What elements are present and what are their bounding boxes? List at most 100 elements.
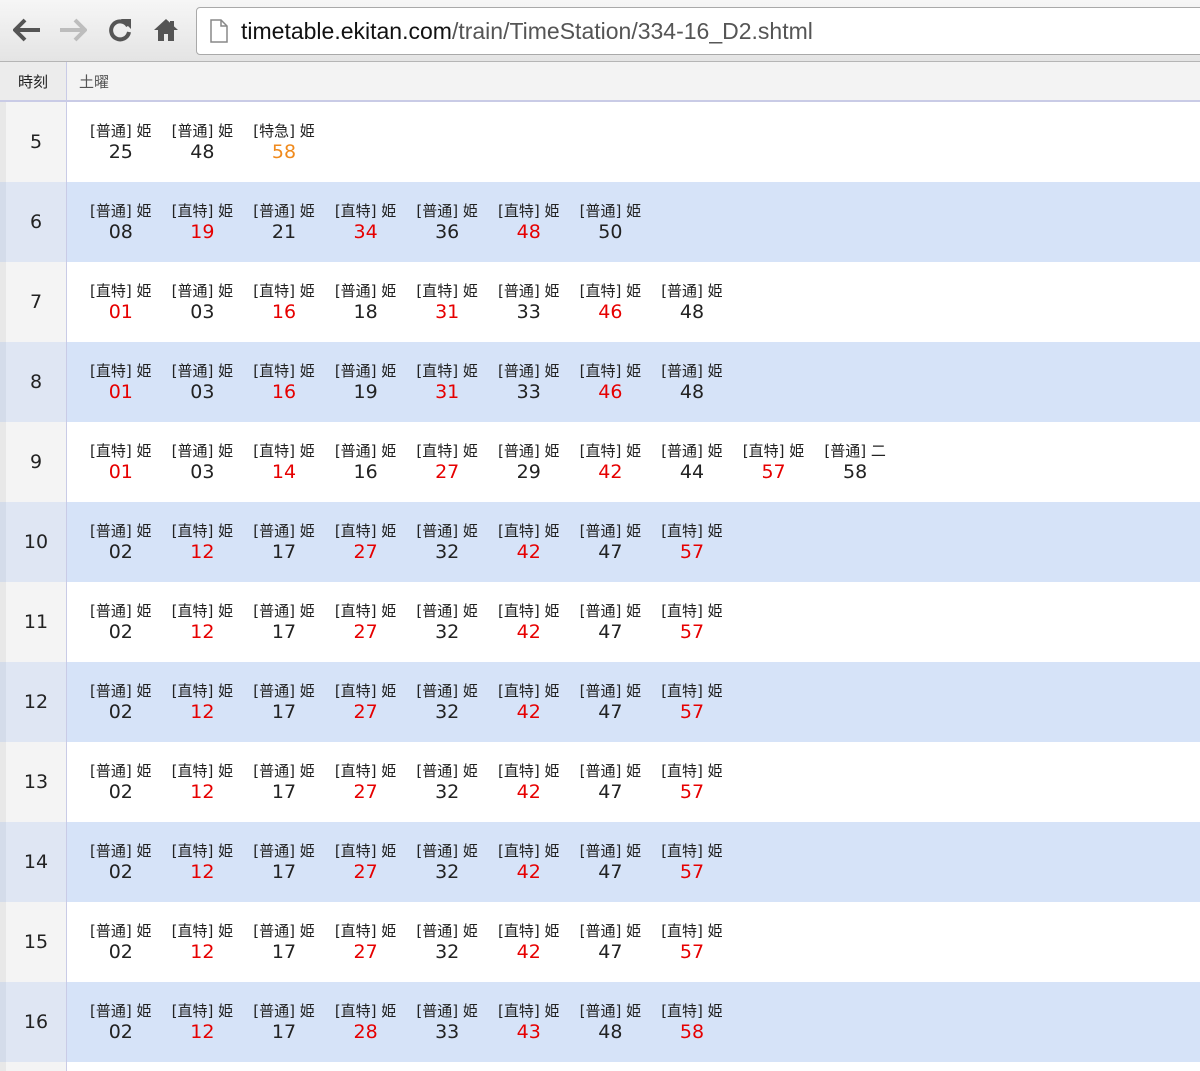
train-departure[interactable]: [直特] 姫 42 bbox=[488, 921, 570, 963]
train-departure[interactable]: [直特] 姫 27 bbox=[325, 841, 407, 883]
departure-minute[interactable]: 12 bbox=[190, 941, 214, 963]
departure-minute[interactable]: 21 bbox=[272, 221, 296, 243]
train-departure[interactable]: [直特] 姫 12 bbox=[162, 921, 244, 963]
departure-minute[interactable]: 48 bbox=[598, 1021, 622, 1043]
train-departure[interactable]: [普通] 姫 17 bbox=[243, 1001, 325, 1043]
departure-minute[interactable]: 57 bbox=[680, 541, 704, 563]
departure-minute[interactable]: 47 bbox=[598, 621, 622, 643]
train-departure[interactable]: [普通] 姫 02 bbox=[80, 521, 162, 563]
departure-minute[interactable]: 34 bbox=[353, 221, 377, 243]
train-departure[interactable]: [直特] 姫 28 bbox=[325, 1001, 407, 1043]
departure-minute[interactable]: 57 bbox=[680, 941, 704, 963]
departure-minute[interactable]: 42 bbox=[517, 941, 541, 963]
departure-minute[interactable]: 02 bbox=[109, 781, 133, 803]
departure-minute[interactable]: 47 bbox=[598, 781, 622, 803]
train-departure[interactable]: [普通] 姫 47 bbox=[570, 761, 652, 803]
train-departure[interactable]: [直特] 姫 16 bbox=[243, 281, 325, 323]
train-departure[interactable]: [普通] 姫 32 bbox=[406, 761, 488, 803]
train-departure[interactable]: [普通] 姫 47 bbox=[570, 681, 652, 723]
train-departure[interactable]: [直特] 姫 01 bbox=[80, 361, 162, 403]
departure-minute[interactable]: 17 bbox=[272, 701, 296, 723]
train-departure[interactable]: [普通] 姫 48 bbox=[651, 361, 733, 403]
departure-minute[interactable]: 48 bbox=[190, 141, 214, 163]
departure-minute[interactable]: 14 bbox=[272, 461, 296, 483]
train-departure[interactable]: [直特] 姫 27 bbox=[325, 601, 407, 643]
departure-minute[interactable]: 16 bbox=[272, 381, 296, 403]
home-button[interactable] bbox=[149, 13, 183, 47]
departure-minute[interactable]: 17 bbox=[272, 941, 296, 963]
departure-minute[interactable]: 57 bbox=[761, 461, 785, 483]
train-departure[interactable]: [普通] 姫 33 bbox=[488, 281, 570, 323]
departure-minute[interactable]: 27 bbox=[353, 941, 377, 963]
departure-minute[interactable]: 08 bbox=[109, 221, 133, 243]
train-departure[interactable]: [直特] 姫 42 bbox=[488, 841, 570, 883]
departure-minute[interactable]: 02 bbox=[109, 1021, 133, 1043]
departure-minute[interactable]: 46 bbox=[598, 301, 622, 323]
train-departure[interactable]: [普通] 姫 17 bbox=[243, 841, 325, 883]
train-departure[interactable]: [直特] 姫 01 bbox=[80, 281, 162, 323]
departure-minute[interactable]: 12 bbox=[190, 781, 214, 803]
train-departure[interactable]: [普通] 姫 32 bbox=[406, 521, 488, 563]
departure-minute[interactable]: 12 bbox=[190, 541, 214, 563]
departure-minute[interactable]: 27 bbox=[353, 861, 377, 883]
train-departure[interactable]: [普通] 姫 50 bbox=[570, 201, 652, 243]
train-departure[interactable]: [直特] 姫 27 bbox=[325, 681, 407, 723]
departure-minute[interactable]: 02 bbox=[109, 621, 133, 643]
train-departure[interactable]: [普通] 姫 32 bbox=[406, 601, 488, 643]
train-departure[interactable]: [直特] 姫 42 bbox=[488, 601, 570, 643]
departure-minute[interactable]: 27 bbox=[353, 781, 377, 803]
departure-minute[interactable]: 12 bbox=[190, 701, 214, 723]
train-departure[interactable]: [直特] 姫 34 bbox=[325, 201, 407, 243]
departure-minute[interactable]: 27 bbox=[435, 461, 459, 483]
train-departure[interactable]: [直特] 姫 46 bbox=[570, 361, 652, 403]
train-departure[interactable]: [直特] 姫 58 bbox=[651, 1001, 733, 1043]
departure-minute[interactable]: 32 bbox=[435, 621, 459, 643]
train-departure[interactable]: [直特] 姫 57 bbox=[733, 441, 815, 483]
departure-minute[interactable]: 17 bbox=[272, 781, 296, 803]
train-departure[interactable]: [普通] 姫 47 bbox=[570, 601, 652, 643]
departure-minute[interactable]: 48 bbox=[680, 301, 704, 323]
departure-minute[interactable]: 01 bbox=[109, 301, 133, 323]
train-departure[interactable]: [直特] 姫 42 bbox=[488, 681, 570, 723]
train-departure[interactable]: [直特] 姫 19 bbox=[162, 201, 244, 243]
departure-minute[interactable]: 57 bbox=[680, 621, 704, 643]
departure-minute[interactable]: 42 bbox=[517, 701, 541, 723]
train-departure[interactable]: [直特] 姫 57 bbox=[651, 681, 733, 723]
train-departure[interactable]: [直特] 姫 12 bbox=[162, 761, 244, 803]
departure-minute[interactable]: 58 bbox=[843, 461, 867, 483]
departure-minute[interactable]: 42 bbox=[517, 781, 541, 803]
departure-minute[interactable]: 36 bbox=[435, 221, 459, 243]
back-button[interactable] bbox=[10, 13, 44, 47]
departure-minute[interactable]: 19 bbox=[353, 381, 377, 403]
departure-minute[interactable]: 31 bbox=[435, 381, 459, 403]
departure-minute[interactable]: 27 bbox=[353, 541, 377, 563]
train-departure[interactable]: [普通] 姫 47 bbox=[570, 841, 652, 883]
train-departure[interactable]: [普通] 姫 03 bbox=[162, 441, 244, 483]
train-departure[interactable]: [普通] 姫 08 bbox=[80, 201, 162, 243]
train-departure[interactable]: [普通] 姫 17 bbox=[243, 521, 325, 563]
train-departure[interactable]: [普通] 姫 48 bbox=[162, 121, 244, 163]
departure-minute[interactable]: 17 bbox=[272, 861, 296, 883]
train-departure[interactable]: [直特] 姫 16 bbox=[243, 361, 325, 403]
departure-minute[interactable]: 47 bbox=[598, 701, 622, 723]
departure-minute[interactable]: 01 bbox=[109, 381, 133, 403]
train-departure[interactable]: [直特] 姫 27 bbox=[325, 921, 407, 963]
address-bar[interactable]: timetable.ekitan.com/train/TimeStation/3… bbox=[196, 7, 1200, 55]
train-departure[interactable]: [普通] 姫 17 bbox=[243, 601, 325, 643]
departure-minute[interactable]: 47 bbox=[598, 861, 622, 883]
departure-minute[interactable]: 32 bbox=[435, 941, 459, 963]
train-departure[interactable]: [普通] 二 58 bbox=[814, 441, 896, 483]
departure-minute[interactable]: 25 bbox=[109, 141, 133, 163]
departure-minute[interactable]: 17 bbox=[272, 541, 296, 563]
train-departure[interactable]: [直特] 姫 31 bbox=[406, 361, 488, 403]
departure-minute[interactable]: 58 bbox=[272, 141, 296, 163]
departure-minute[interactable]: 33 bbox=[517, 381, 541, 403]
train-departure[interactable]: [普通] 姫 29 bbox=[488, 441, 570, 483]
train-departure[interactable]: [普通] 姫 47 bbox=[570, 521, 652, 563]
departure-minute[interactable]: 32 bbox=[435, 701, 459, 723]
train-departure[interactable]: [普通] 姫 02 bbox=[80, 681, 162, 723]
train-departure[interactable]: [普通] 姫 32 bbox=[406, 921, 488, 963]
train-departure[interactable]: [普通] 姫 33 bbox=[488, 361, 570, 403]
train-departure[interactable]: [普通] 姫 21 bbox=[243, 201, 325, 243]
train-departure[interactable]: [普通] 姫 44 bbox=[651, 441, 733, 483]
